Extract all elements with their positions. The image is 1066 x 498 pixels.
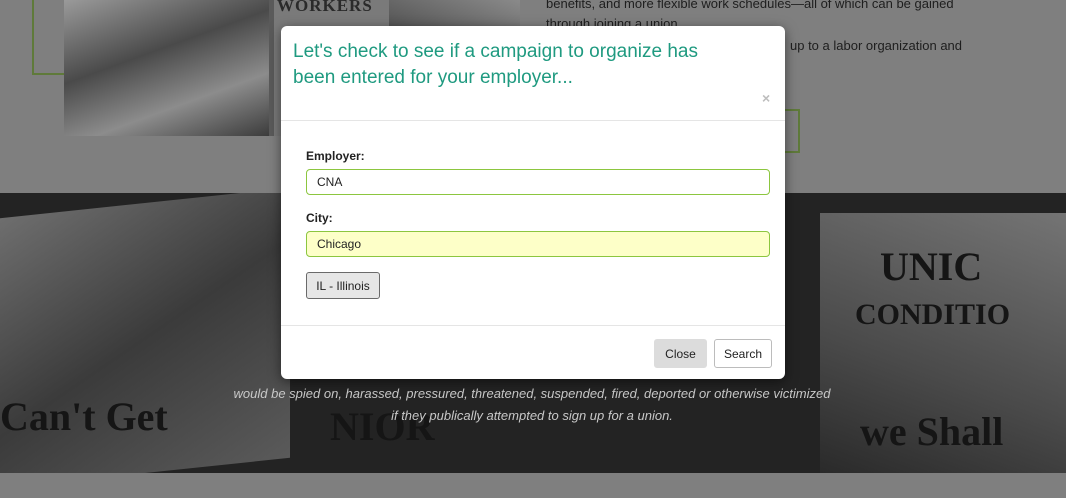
modal-body: Employer: City: IL - Illinois xyxy=(281,121,785,324)
accent-line xyxy=(32,0,34,75)
close-button[interactable]: Close xyxy=(654,339,707,368)
banner-text-line: would be spied on, harassed, pressured, … xyxy=(233,386,831,401)
employer-input[interactable] xyxy=(306,169,770,195)
page-bottom-section xyxy=(0,473,1066,498)
close-icon[interactable]: × xyxy=(762,90,770,106)
city-label: City: xyxy=(306,211,333,225)
band-word: Can't Get xyxy=(0,394,168,439)
modal-footer: Close Search xyxy=(281,325,785,380)
state-select-button[interactable]: IL - Illinois xyxy=(306,272,380,299)
modal-header: Let's check to see if a campaign to orga… xyxy=(281,26,785,121)
band-word: UNIC xyxy=(880,244,983,289)
search-button[interactable]: Search xyxy=(714,339,772,368)
employer-label: Employer: xyxy=(306,149,365,163)
photo-sign-text: WORKERS xyxy=(277,0,373,15)
city-input[interactable] xyxy=(306,231,770,257)
accent-line xyxy=(32,73,64,75)
campaign-check-modal: Let's check to see if a campaign to orga… xyxy=(281,26,785,379)
paragraph-line: benefits, and more flexible work schedul… xyxy=(546,0,954,11)
banner-text: would be spied on, harassed, pressured, … xyxy=(180,383,884,427)
modal-title: Let's check to see if a campaign to orga… xyxy=(293,41,698,88)
paragraph-line: up to a labor organization and xyxy=(790,38,963,53)
band-word: CONDITIO xyxy=(855,298,1011,331)
banner-text-line: if they publically attempted to sign up … xyxy=(391,408,673,423)
background-button xyxy=(785,109,800,153)
